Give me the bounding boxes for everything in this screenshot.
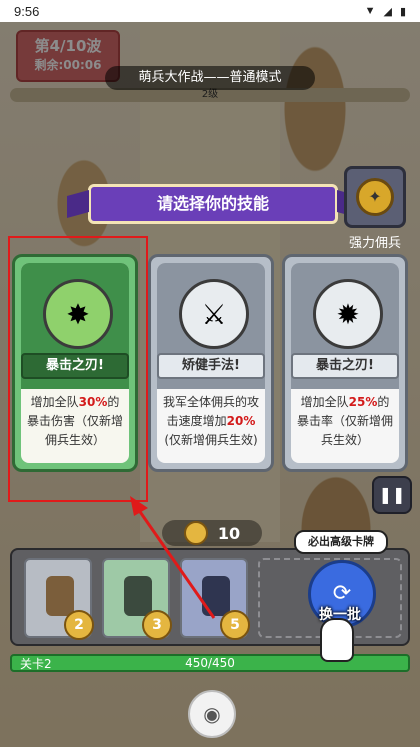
battery-icon: ▮	[399, 5, 406, 18]
status-bar: 9:56 ▼ ◢ ▮	[0, 0, 420, 22]
wifi-icon: ◢	[383, 5, 392, 18]
status-time: 9:56	[14, 3, 40, 19]
signal-icon: ▼	[364, 5, 376, 17]
guide-arrow	[130, 496, 216, 619]
